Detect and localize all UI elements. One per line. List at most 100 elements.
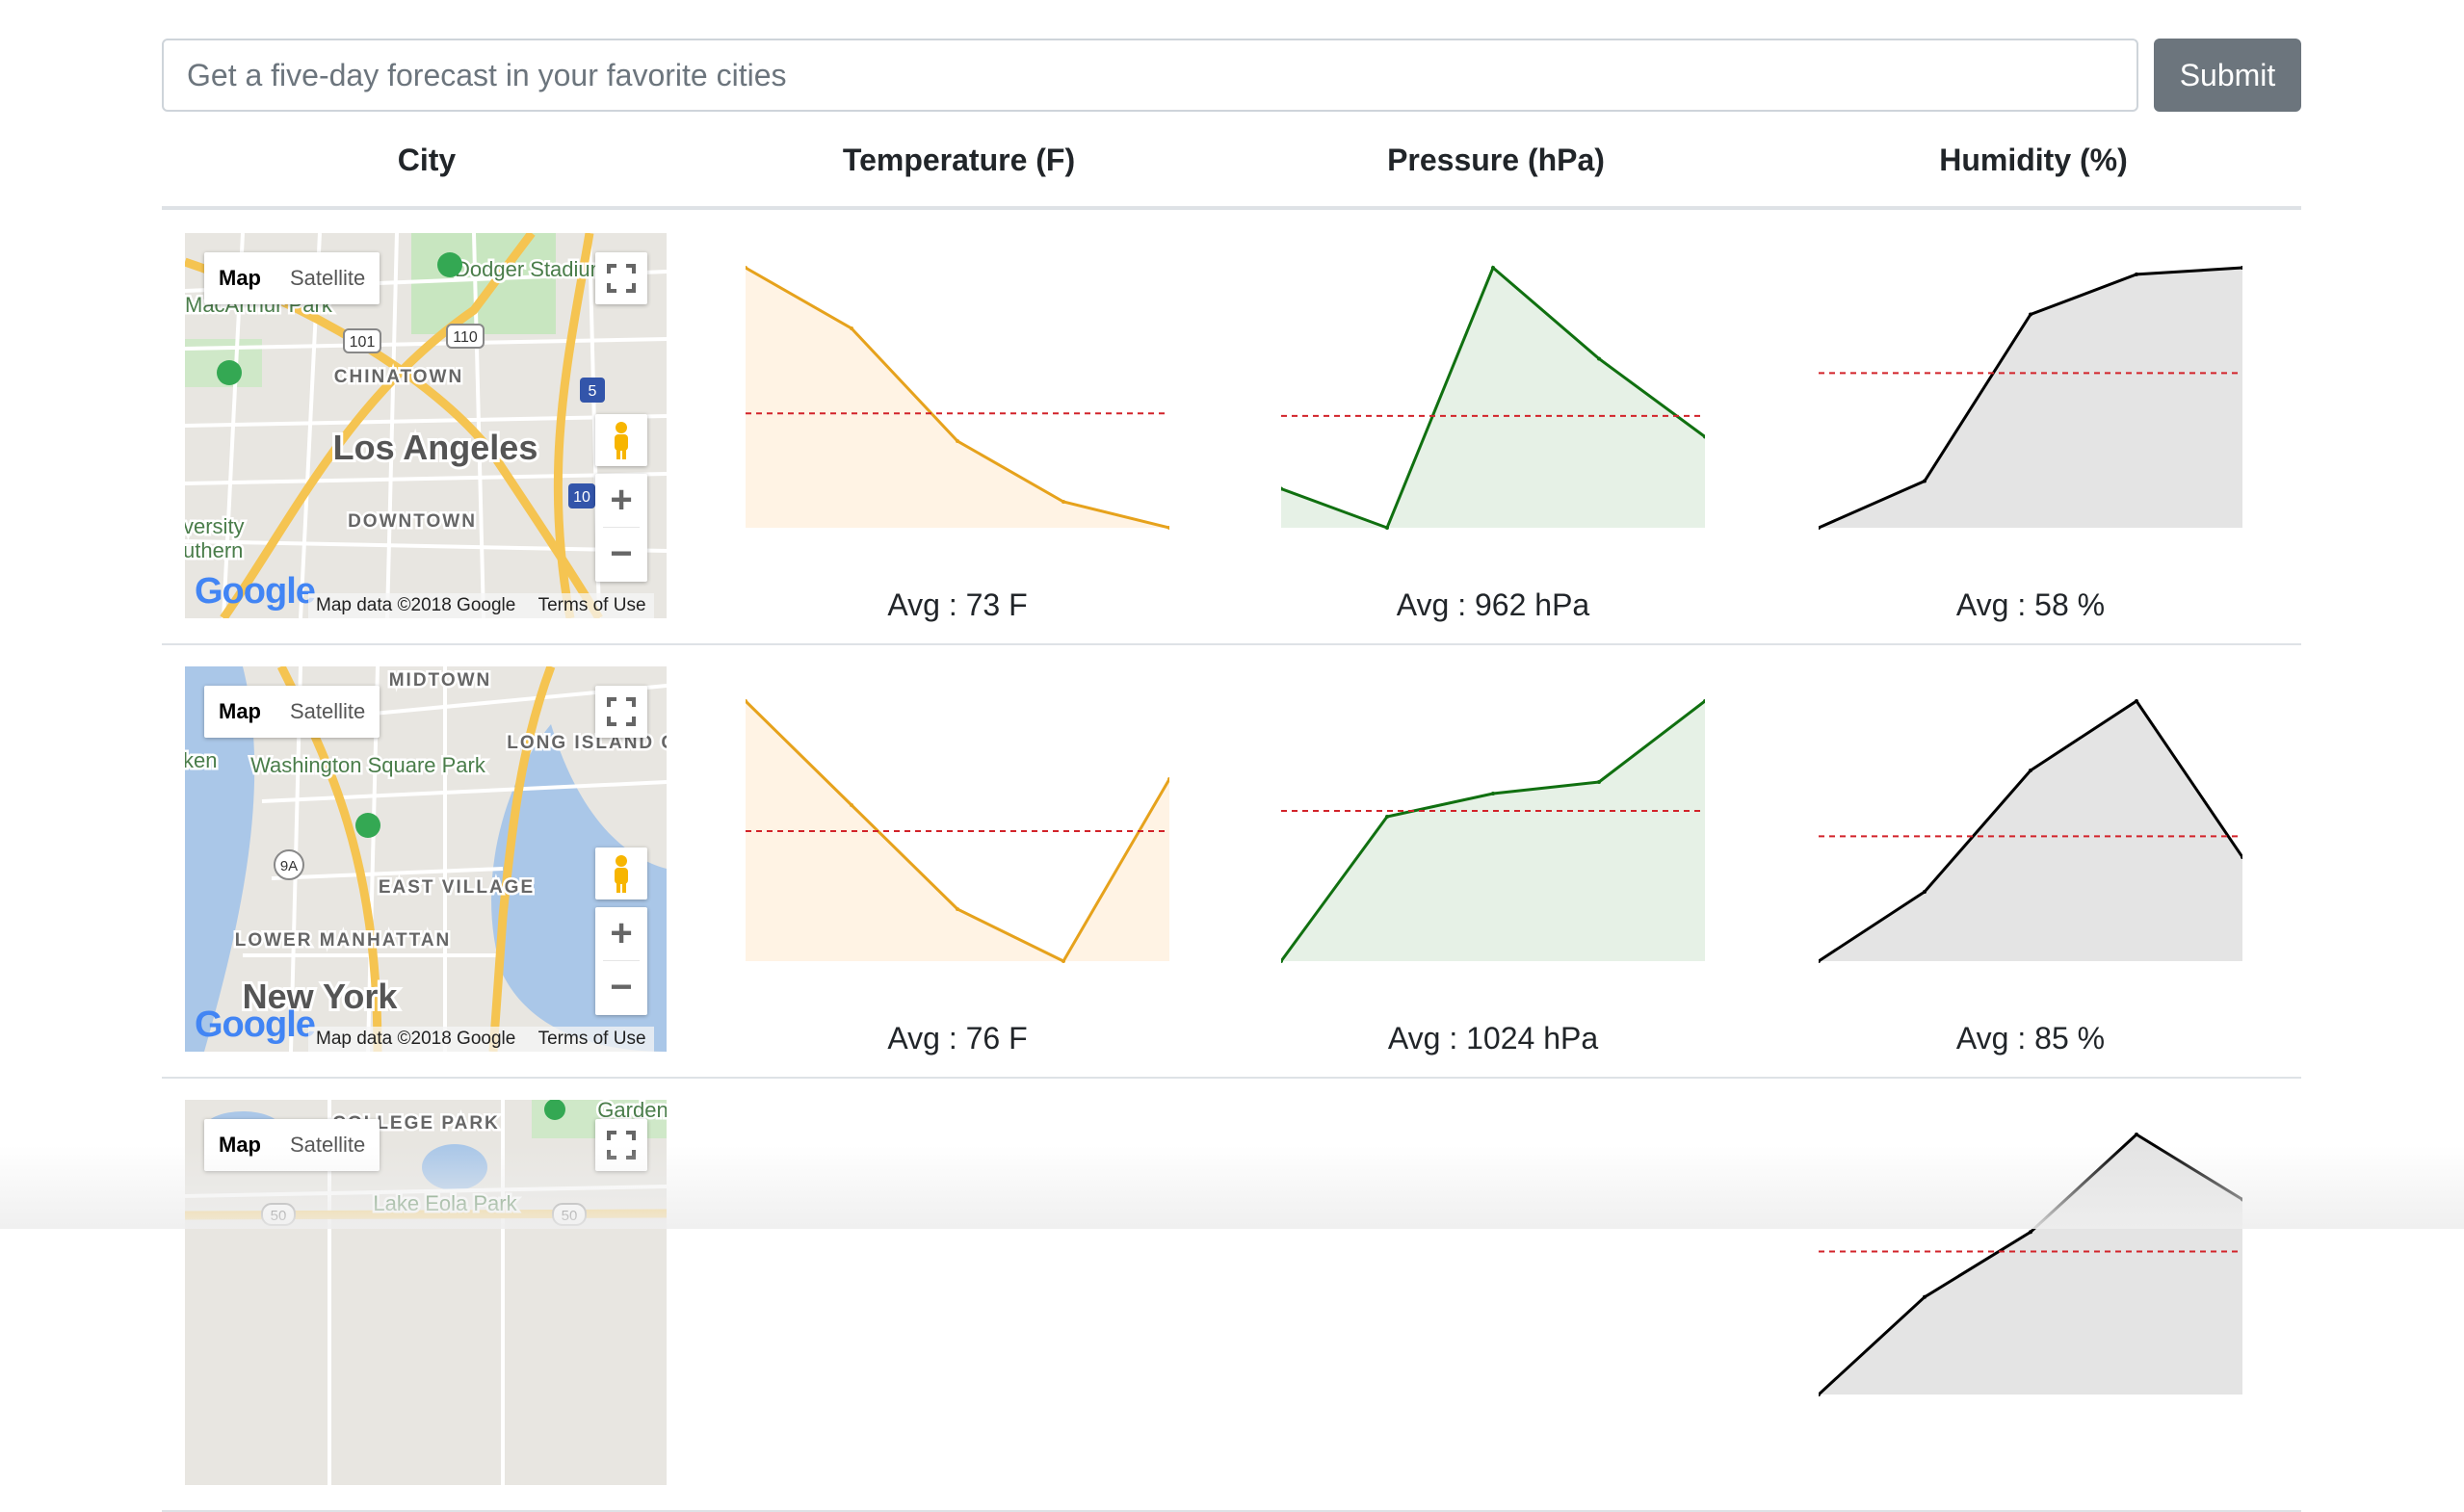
header-temperature: Temperature (F) <box>842 143 1076 177</box>
street-view-button[interactable] <box>595 847 647 899</box>
svg-text:5: 5 <box>589 383 597 400</box>
svg-text:10: 10 <box>573 489 590 506</box>
pressure-chart: Avg : 1024 hPa <box>1281 643 1705 1077</box>
chart-point <box>1385 526 1389 530</box>
route-shield: 101 <box>343 328 381 353</box>
fullscreen-icon <box>607 697 636 726</box>
svg-text:101: 101 <box>350 334 376 351</box>
chart-point <box>956 907 959 911</box>
humidity-average: Avg : 58 % <box>1955 587 2106 622</box>
chart-point <box>1923 1294 1927 1299</box>
map-poi-label: Lake Eola Park <box>373 1191 517 1215</box>
header-pressure: Pressure (hPa) <box>1387 143 1605 177</box>
map-attribution: Map data ©2018 Google Terms of Use <box>308 1027 654 1052</box>
map-data-text: Map data ©2018 Google <box>316 1029 516 1049</box>
chart-point <box>850 326 853 330</box>
map-city-label: Los Angeles <box>333 428 538 467</box>
terms-link[interactable]: Terms of Use <box>538 1029 646 1049</box>
chart-point <box>956 439 959 443</box>
chart-point <box>1062 500 1065 504</box>
map-poi-label: Dodger Stadium <box>455 257 608 281</box>
map-district-label: LOWER MANHATTAN <box>235 930 452 951</box>
route-shield: 9A <box>274 849 304 880</box>
humidity-sparkline <box>1819 266 2242 530</box>
map-view-button[interactable]: Map <box>204 252 275 304</box>
map-district-label: CHINATOWN <box>334 367 463 387</box>
chart-point <box>1491 266 1495 270</box>
pressure-sparkline <box>1281 265 1705 530</box>
chart-point <box>2029 312 2032 317</box>
satellite-view-button[interactable]: Satellite <box>275 252 380 304</box>
fullscreen-button[interactable] <box>595 252 647 304</box>
city-map[interactable]: Los Angeles Dodger Stadium MacArthur Par… <box>185 233 667 618</box>
zoom-out-button[interactable]: − <box>595 961 647 1014</box>
map-type-control: Map Satellite <box>204 686 380 738</box>
pegman-icon <box>615 422 628 459</box>
map-type-control: Map Satellite <box>204 1119 380 1171</box>
satellite-view-button[interactable]: Satellite <box>275 1119 380 1171</box>
zoom-in-button[interactable]: + <box>595 907 647 960</box>
pegman-icon <box>615 855 628 893</box>
temperature-sparkline <box>746 699 1169 963</box>
map-district-label: EAST VILLAGE <box>379 877 535 898</box>
map-view-button[interactable]: Map <box>204 686 275 738</box>
zoom-control: + − <box>595 907 647 1015</box>
chart-point <box>1491 792 1495 795</box>
temperature-average: Avg : 76 F <box>887 1021 1028 1056</box>
svg-text:50: 50 <box>271 1208 287 1224</box>
map-area-label: ken <box>185 748 217 772</box>
city-map[interactable]: New York Washington Square Park MIDTOWN … <box>185 666 667 1052</box>
submit-button[interactable]: Submit <box>2154 39 2301 112</box>
zoom-control: + − <box>595 474 647 582</box>
pressure-average: Avg : 1024 hPa <box>1387 1021 1599 1056</box>
route-shield: 10 <box>568 483 595 508</box>
pressure-average: Avg : 962 hPa <box>1396 587 1590 622</box>
svg-text:50: 50 <box>562 1208 578 1224</box>
table-header: City Temperature (F) Pressure (hPa) Humi… <box>162 114 2301 210</box>
humidity-sparkline <box>1819 698 2242 963</box>
city-search-input[interactable] <box>162 39 2138 112</box>
svg-text:9A: 9A <box>280 858 298 874</box>
park-pin-icon <box>355 813 380 838</box>
park-pin-icon <box>217 360 242 385</box>
chart-area <box>1819 1134 2242 1395</box>
chart-point <box>1923 890 1927 894</box>
fullscreen-icon <box>607 264 636 293</box>
street-view-button[interactable] <box>595 414 647 466</box>
chart-point <box>1062 959 1065 963</box>
table-row: New York Washington Square Park MIDTOWN … <box>162 643 2301 1079</box>
humidity-chart: Avg : 85 % <box>1819 643 2242 1077</box>
map-area-label: uthern <box>185 538 243 562</box>
chart-point <box>2029 1230 2032 1235</box>
header-city: City <box>397 143 457 177</box>
city-map[interactable]: COLLEGE PARK Lake Eola Park Garden 50 50… <box>185 1100 667 1485</box>
zoom-in-button[interactable]: + <box>595 474 647 527</box>
map-data-text: Map data ©2018 Google <box>316 595 516 615</box>
chart-area <box>1819 701 2242 961</box>
map-area-label: versity <box>185 514 245 538</box>
fullscreen-button[interactable] <box>595 1119 647 1171</box>
google-logo: Google <box>195 571 316 612</box>
chart-point <box>2135 699 2138 703</box>
chart-point <box>1385 815 1389 819</box>
map-view-button[interactable]: Map <box>204 1119 275 1171</box>
map-attribution: Map data ©2018 Google Terms of Use <box>308 593 654 618</box>
chart-point <box>2029 769 2032 772</box>
temperature-chart: Avg : 73 F <box>746 210 1169 643</box>
chart-point <box>850 803 853 807</box>
chart-point <box>1923 479 1927 483</box>
fullscreen-icon <box>607 1131 636 1160</box>
chart-point <box>2135 1133 2138 1136</box>
map-type-control: Map Satellite <box>204 252 380 304</box>
fullscreen-button[interactable] <box>595 686 647 738</box>
search-form: Submit <box>162 39 2301 112</box>
humidity-chart <box>1819 1077 2242 1510</box>
map-district-label: MIDTOWN <box>389 670 492 691</box>
zoom-out-button[interactable]: − <box>595 528 647 581</box>
park-pin-icon <box>437 252 462 277</box>
route-shield: 50 <box>552 1203 587 1226</box>
terms-link[interactable]: Terms of Use <box>538 595 646 615</box>
satellite-view-button[interactable]: Satellite <box>275 686 380 738</box>
temperature-average: Avg : 73 F <box>887 587 1028 622</box>
chart-point <box>1597 780 1601 784</box>
